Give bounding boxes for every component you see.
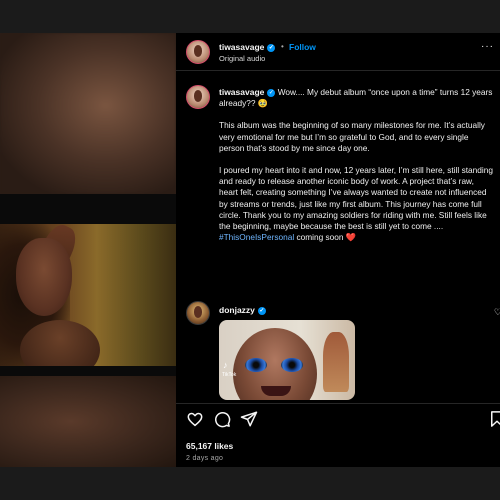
- media-face-shape: [16, 238, 72, 316]
- commenter-username-text[interactable]: donjazzy: [219, 305, 255, 315]
- original-audio-link[interactable]: Original audio: [219, 54, 265, 63]
- commenter-username[interactable]: donjazzy ✓: [219, 305, 266, 315]
- comment-like-icon[interactable]: ♡: [494, 307, 500, 318]
- sticker-background-decor: [323, 332, 349, 392]
- caption-paragraph-1: This album was the beginning of so many …: [219, 120, 485, 153]
- author-username-text[interactable]: tiwasavage: [219, 42, 264, 52]
- sticker-eye-left: [245, 358, 267, 372]
- caption-verified-badge-icon: ✓: [267, 88, 276, 97]
- media-blurred-bottom: [0, 376, 176, 467]
- share-icon[interactable]: [240, 410, 258, 428]
- heart-emoji-icon: ❤️: [345, 232, 357, 243]
- caption-paragraph-2: I poured my heart into it and now, 12 ye…: [219, 165, 493, 232]
- more-options-icon[interactable]: ···: [481, 41, 494, 52]
- tiktok-logo-icon: ♪: [223, 360, 228, 370]
- sticker-head-shape: [233, 328, 317, 400]
- likes-count[interactable]: 65,167 likes: [186, 441, 233, 451]
- post-actions: 65,167 likes 2 days ago: [176, 403, 500, 467]
- media-blurred-top: [0, 33, 176, 194]
- post-header: tiwasavage ✓ • Follow Original audio ···: [176, 33, 500, 71]
- commenter-verified-badge-icon: ✓: [257, 306, 266, 315]
- author-username[interactable]: tiwasavage ✓: [219, 42, 276, 52]
- caption-username[interactable]: tiwasavage: [219, 87, 264, 97]
- post-panel: tiwasavage ✓ • Follow Original audio ··· …: [176, 33, 500, 467]
- follow-button[interactable]: Follow: [289, 42, 316, 52]
- sticker-eye-right: [281, 358, 303, 372]
- bookmark-icon[interactable]: [488, 410, 500, 428]
- commenter-avatar[interactable]: [186, 301, 210, 325]
- author-avatar[interactable]: [186, 40, 210, 64]
- post-media[interactable]: [0, 33, 176, 467]
- hashtag-link[interactable]: #ThisOneIsPersonal: [219, 232, 294, 242]
- sticker-mouth: [261, 386, 291, 396]
- comment-sticker-image[interactable]: ♪ TikTok: [219, 320, 355, 400]
- post-timestamp: 2 days ago: [186, 455, 224, 462]
- media-letterbox-bottom: [0, 366, 176, 376]
- separator-dot: •: [281, 42, 284, 51]
- heart-icon[interactable]: [186, 410, 204, 428]
- tiktok-label: TikTok: [222, 372, 237, 378]
- comment-icon[interactable]: [213, 410, 231, 428]
- verified-badge-icon: ✓: [267, 43, 276, 52]
- caption-text: tiwasavage ✓ Wow.... My debut album “once…: [219, 87, 495, 243]
- caption-avatar[interactable]: [186, 85, 210, 109]
- media-letterbox-top: [0, 194, 176, 224]
- media-shoulder-shape: [20, 320, 100, 366]
- media-video-frame: [0, 224, 176, 366]
- caption-coming-soon: coming soon: [296, 232, 344, 243]
